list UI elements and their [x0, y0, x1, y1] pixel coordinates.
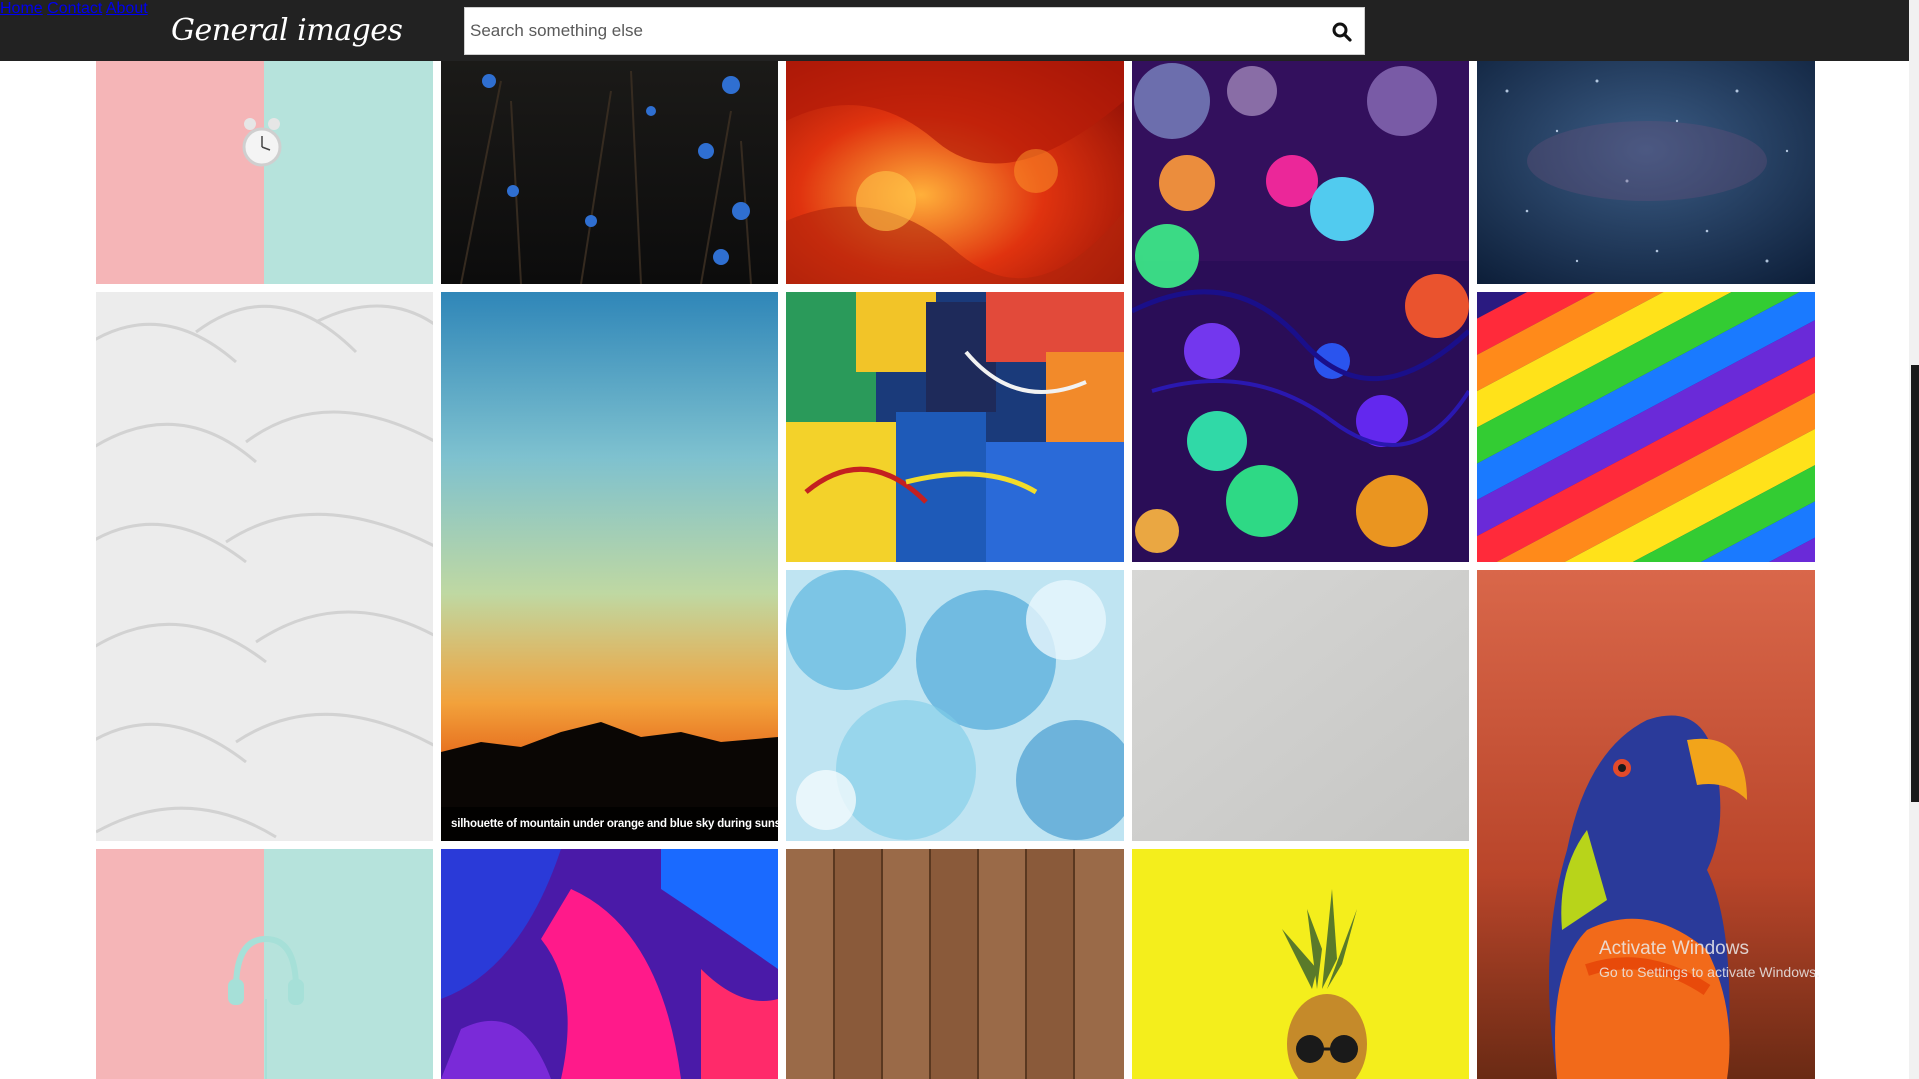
gallery-image-wood-planks[interactable]	[786, 849, 1124, 1079]
nav-contact-link[interactable]: Contact	[47, 0, 102, 17]
gallery-image-gray-wall[interactable]	[1132, 570, 1469, 841]
gallery-image-blue-watercolor[interactable]	[786, 570, 1124, 841]
search-button[interactable]	[1330, 20, 1354, 44]
gallery-image-abstract-paint[interactable]	[786, 292, 1124, 562]
gallery-image-rainbow-stripes[interactable]	[1477, 292, 1815, 562]
nav-home-link[interactable]: Home	[0, 0, 43, 17]
gallery-image-headphones[interactable]	[96, 849, 433, 1079]
search-bar	[464, 7, 1365, 55]
gallery-image-blue-flowers[interactable]	[441, 61, 778, 284]
gallery-image-bokeh-lights[interactable]	[1132, 61, 1469, 562]
gallery-image-pink-blue-paint[interactable]	[441, 849, 778, 1079]
gallery-image-parrot[interactable]	[1477, 570, 1815, 1079]
gallery-image-blue-galaxy[interactable]	[1477, 61, 1815, 284]
search-input[interactable]	[465, 8, 1320, 54]
page-scrollbar-thumb[interactable]	[1911, 365, 1919, 802]
gallery-image-red-nebula[interactable]	[786, 61, 1124, 284]
gallery-image-sunset[interactable]: silhouette of mountain under orange and …	[441, 292, 778, 841]
top-navbar: General images Home Contact About	[0, 0, 1909, 61]
gallery-image-white-plaster[interactable]	[96, 292, 433, 841]
gallery-image-alarm-clock[interactable]	[96, 61, 433, 284]
search-icon	[1332, 22, 1352, 42]
nav-about-link[interactable]: About	[106, 0, 148, 17]
image-caption: silhouette of mountain under orange and …	[441, 807, 778, 841]
site-logo[interactable]: General images	[171, 8, 403, 54]
gallery-image-pineapple[interactable]	[1132, 849, 1469, 1079]
